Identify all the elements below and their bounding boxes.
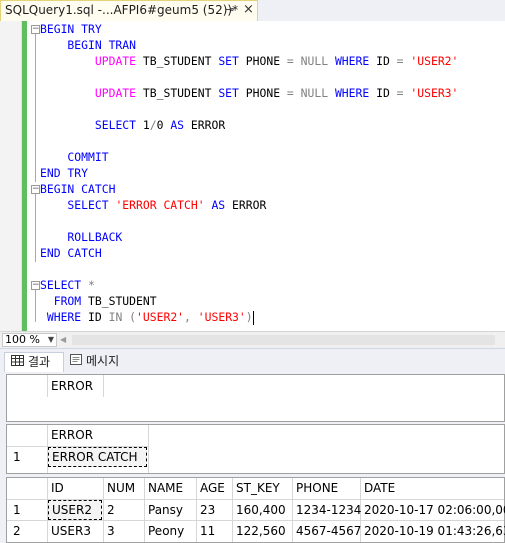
result-grid-3[interactable]: ID NUM NAME AGE ST_KEY PHONE DATE 1 USER2 2 Pansy 2…	[6, 477, 505, 543]
code-line[interactable]: END TRY	[40, 165, 88, 181]
table-cell[interactable]: 23	[200, 500, 215, 520]
tab-messages[interactable]: 메시지	[66, 352, 129, 373]
fold-guide	[35, 290, 36, 322]
collapse-icon[interactable]: −	[31, 185, 40, 194]
row-number[interactable]: 2	[13, 521, 21, 541]
fold-guide	[35, 34, 36, 182]
result-tabs: 결과 메시지	[0, 348, 505, 373]
result-grid-2[interactable]: ERROR 1 ERROR CATCH	[6, 424, 505, 474]
horizontal-scrollbar[interactable]	[72, 335, 495, 345]
column-header[interactable]: NUM	[107, 478, 135, 498]
document-tab[interactable]: SQLQuery1.sql -...AFPI6#geum5 (52))* ⊸ ×	[0, 0, 258, 21]
table-cell[interactable]: 2020-10-19 01:43:26,633	[364, 521, 505, 541]
table-cell[interactable]: 2020-10-17 02:06:00,000	[364, 500, 505, 520]
table-cell[interactable]: 4567-4567	[296, 521, 361, 541]
code-line[interactable]: SELECT *	[40, 277, 95, 293]
sql-editor[interactable]: − − − BEGIN TRY BEGIN TRAN UPDATE TB_STU…	[0, 21, 505, 331]
column-header[interactable]: ERROR	[51, 425, 93, 445]
table-cell[interactable]: 2	[107, 500, 115, 520]
code-line[interactable]: BEGIN TRAN	[40, 37, 136, 53]
collapse-icon[interactable]: −	[31, 25, 40, 34]
message-icon	[70, 352, 82, 371]
table-cell[interactable]: Peony	[148, 521, 184, 541]
table-cell[interactable]: Pansy	[148, 500, 183, 520]
row-number[interactable]: 1	[13, 500, 21, 520]
code-line[interactable]: WHERE ID IN ('USER2', 'USER3')	[40, 309, 254, 325]
editor-status-bar: 100 % ▼ ◀	[0, 331, 505, 349]
grid-icon	[11, 353, 24, 372]
tab-results-label: 결과	[28, 355, 51, 369]
column-header[interactable]: ERROR	[51, 376, 93, 396]
document-tab-bar: SQLQuery1.sql -...AFPI6#geum5 (52))* ⊸ ×	[0, 0, 505, 22]
column-header[interactable]: ST_KEY	[236, 478, 280, 498]
code-line[interactable]: SELECT 'ERROR CATCH' AS ERROR	[40, 197, 266, 213]
table-cell[interactable]: USER3	[51, 521, 91, 541]
result-grid-1[interactable]: ERROR	[6, 374, 505, 422]
table-cell[interactable]: 3	[107, 521, 115, 541]
code-line[interactable]: ROLLBACK	[40, 229, 122, 245]
code-line[interactable]: BEGIN CATCH	[40, 181, 115, 197]
zoom-value: 100 %	[5, 333, 40, 346]
text-caret	[252, 310, 254, 325]
change-tracking-bar	[22, 21, 27, 331]
results-pane: ERROR ERROR 1 ERROR CATCH ID NUM NAME AGE ST…	[0, 372, 505, 543]
chevron-down-icon: ▼	[47, 335, 54, 344]
close-icon[interactable]: ×	[243, 2, 254, 17]
column-header[interactable]: DATE	[364, 478, 395, 498]
table-cell[interactable]: 1234-1234	[296, 500, 361, 520]
table-cell[interactable]: 160,400	[236, 500, 286, 520]
document-tab-title: SQLQuery1.sql -...AFPI6#geum5 (52))*	[5, 3, 239, 17]
table-cell[interactable]: 11	[200, 521, 215, 541]
row-number[interactable]: 1	[13, 447, 21, 467]
column-header[interactable]: AGE	[200, 478, 225, 498]
code-line[interactable]: BEGIN TRY	[40, 21, 102, 37]
tab-messages-label: 메시지	[86, 354, 120, 368]
column-header[interactable]: PHONE	[296, 478, 338, 498]
collapse-icon[interactable]: −	[31, 281, 40, 290]
selected-cell[interactable]: USER2	[48, 500, 102, 520]
code-line[interactable]: SELECT 1/0 AS ERROR	[40, 117, 225, 133]
code-line[interactable]: COMMIT	[40, 149, 108, 165]
line-gutter	[0, 21, 21, 331]
selected-cell[interactable]: ERROR CATCH	[48, 447, 147, 467]
pin-icon[interactable]: ⊸	[225, 3, 234, 16]
code-line[interactable]: UPDATE TB_STUDENT SET PHONE = NULL WHERE…	[40, 85, 459, 101]
code-line[interactable]: UPDATE TB_STUDENT SET PHONE = NULL WHERE…	[40, 53, 459, 69]
column-header[interactable]: ID	[51, 478, 64, 498]
fold-guide	[35, 194, 36, 262]
table-cell[interactable]: 122,560	[236, 521, 286, 541]
code-line[interactable]: FROM TB_STUDENT	[40, 293, 157, 309]
column-header[interactable]: NAME	[148, 478, 183, 498]
tab-results[interactable]: 결과	[4, 352, 64, 373]
scroll-left-icon[interactable]: ◀	[60, 335, 66, 344]
zoom-select[interactable]: 100 % ▼	[2, 333, 57, 347]
code-line[interactable]: END CATCH	[40, 245, 102, 261]
